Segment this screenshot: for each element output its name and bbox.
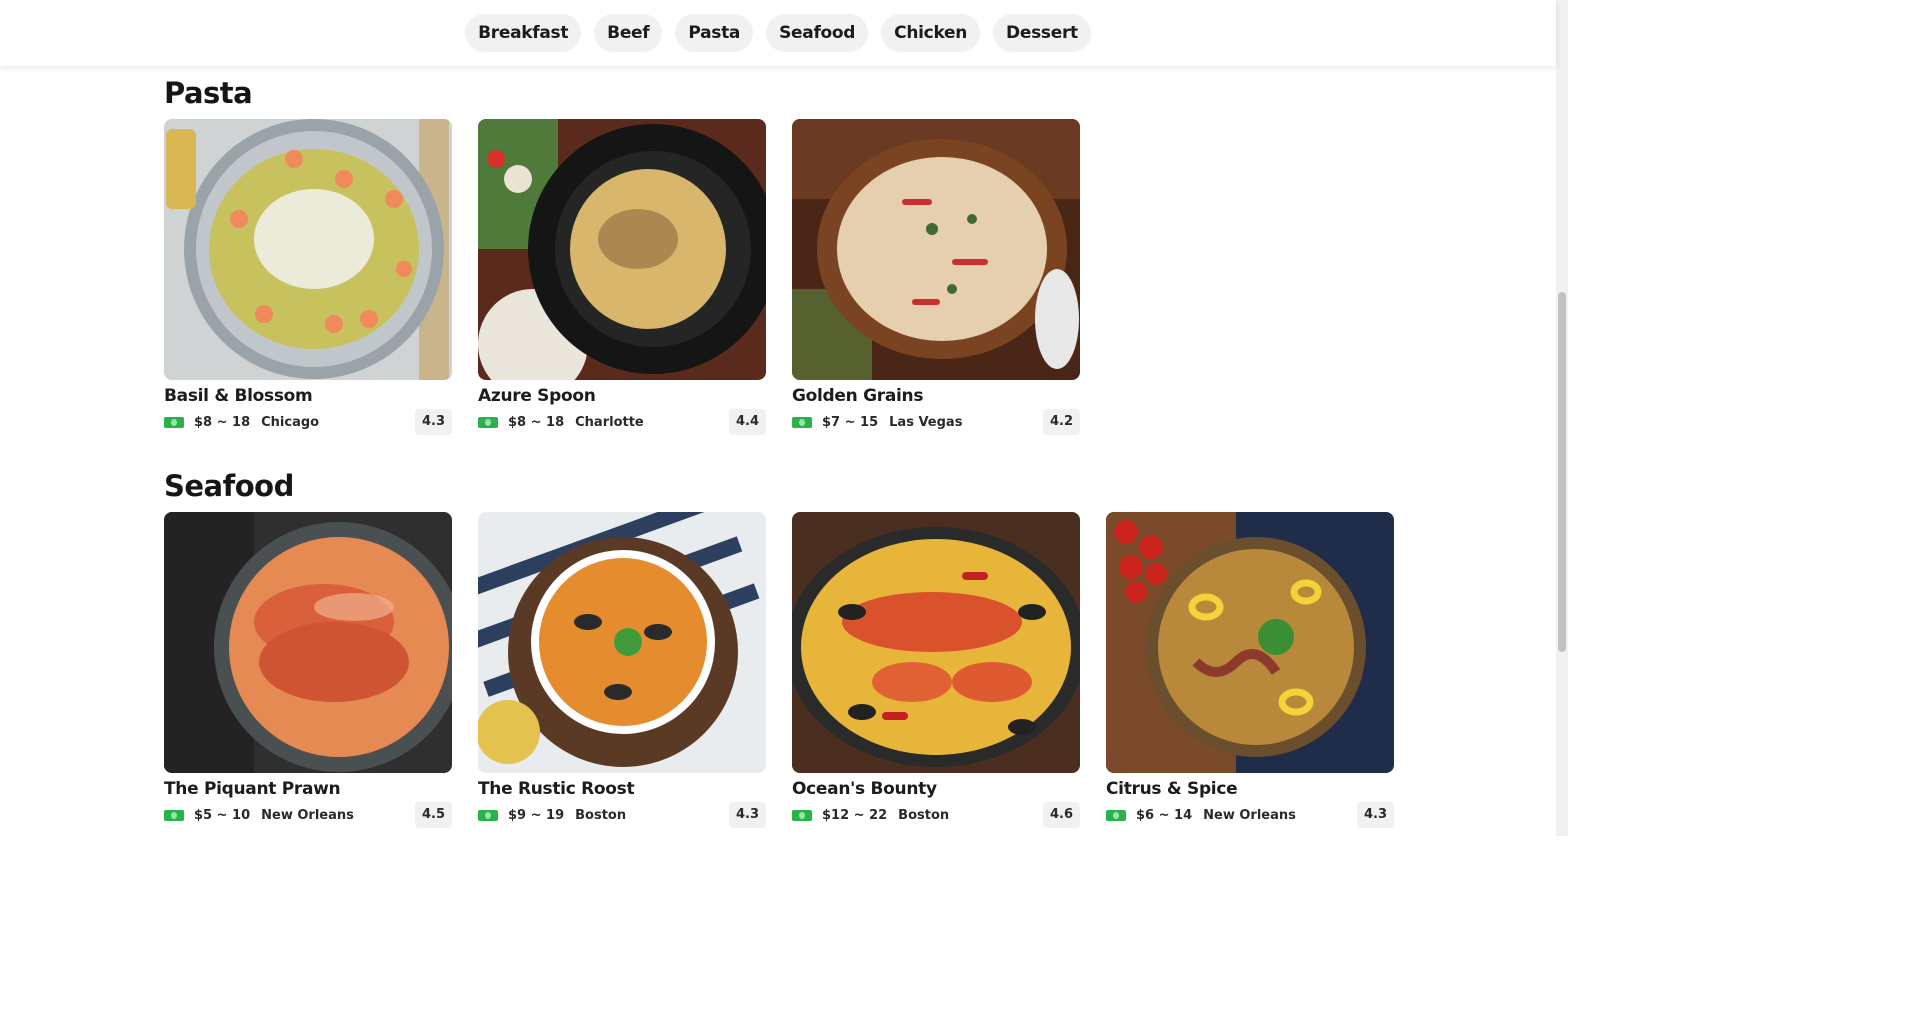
- restaurant-meta: $5 ~ 10 New Orleans 4.5: [164, 801, 452, 829]
- restaurant-name[interactable]: Basil & Blossom: [164, 385, 452, 407]
- price-range: $8 ~ 18: [194, 414, 251, 430]
- restaurant-card[interactable]: The Rustic Roost $9 ~ 19 Boston 4.3: [478, 512, 766, 829]
- restaurant-name[interactable]: Golden Grains: [792, 385, 1080, 407]
- price-range: $7 ~ 15: [822, 414, 879, 430]
- restaurant-photo[interactable]: [478, 119, 766, 380]
- category-chip-pasta[interactable]: Pasta: [675, 14, 754, 52]
- rating-badge: 4.6: [1042, 802, 1080, 828]
- money-icon: [1106, 809, 1126, 821]
- restaurant-photo[interactable]: [164, 119, 452, 380]
- money-icon: [792, 809, 812, 821]
- city-label: New Orleans: [261, 807, 354, 823]
- category-chip-seafood[interactable]: Seafood: [766, 14, 869, 52]
- scrollbar-thumb[interactable]: [1558, 292, 1566, 652]
- restaurant-meta: $8 ~ 18 Charlotte 4.4: [478, 408, 766, 436]
- rating-badge: 4.3: [1356, 802, 1394, 828]
- money-icon: [478, 416, 498, 428]
- shrimp-pasta-image: [164, 119, 452, 380]
- city-label: Las Vegas: [889, 414, 963, 430]
- category-chip-chicken[interactable]: Chicken: [881, 14, 981, 52]
- city-label: Chicago: [261, 414, 320, 430]
- rating-badge: 4.2: [1042, 409, 1080, 435]
- restaurant-photo[interactable]: [164, 512, 452, 773]
- price-range: $5 ~ 10: [194, 807, 251, 823]
- restaurant-photo[interactable]: [792, 512, 1080, 773]
- restaurant-name[interactable]: Azure Spoon: [478, 385, 766, 407]
- restaurant-card[interactable]: Citrus & Spice $6 ~ 14 New Orleans 4.3: [1106, 512, 1394, 829]
- restaurant-meta: $7 ~ 15 Las Vegas 4.2: [792, 408, 1080, 436]
- restaurant-photo[interactable]: [792, 119, 1080, 380]
- section-pasta: Pasta Basil & Blossom $8 ~ 18 Chicago 4.…: [164, 70, 1404, 436]
- price-range: $6 ~ 14: [1136, 807, 1193, 823]
- penne-pasta-image: [792, 119, 1080, 380]
- rating-badge: 4.3: [728, 802, 766, 828]
- restaurant-name[interactable]: The Piquant Prawn: [164, 778, 452, 800]
- price-range: $9 ~ 19: [508, 807, 565, 823]
- seafood-stew-image: [478, 512, 766, 773]
- city-label: Boston: [898, 807, 950, 823]
- restaurant-meta: $9 ~ 19 Boston 4.3: [478, 801, 766, 829]
- price-range: $12 ~ 22: [822, 807, 888, 823]
- price-range: $8 ~ 18: [508, 414, 565, 430]
- category-chip-dessert[interactable]: Dessert: [993, 14, 1091, 52]
- money-icon: [164, 809, 184, 821]
- octopus-paella-image: [1106, 512, 1394, 773]
- city-label: Charlotte: [575, 414, 644, 430]
- restaurant-name[interactable]: Citrus & Spice: [1106, 778, 1394, 800]
- restaurant-card[interactable]: Azure Spoon $8 ~ 18 Charlotte 4.4: [478, 119, 766, 436]
- money-icon: [164, 416, 184, 428]
- rating-badge: 4.3: [414, 409, 452, 435]
- restaurant-photo[interactable]: [478, 512, 766, 773]
- city-label: New Orleans: [1203, 807, 1296, 823]
- money-icon: [478, 809, 498, 821]
- rating-badge: 4.4: [728, 409, 766, 435]
- rating-badge: 4.5: [414, 802, 452, 828]
- category-nav: Breakfast Beef Pasta Seafood Chicken Des…: [0, 0, 1556, 66]
- section-seafood: Seafood The Piquant Prawn $5 ~ 10 New Or…: [164, 463, 1404, 829]
- restaurant-meta: $12 ~ 22 Boston 4.6: [792, 801, 1080, 829]
- restaurant-card[interactable]: The Piquant Prawn $5 ~ 10 New Orleans 4.…: [164, 512, 452, 829]
- restaurant-card[interactable]: Basil & Blossom $8 ~ 18 Chicago 4.3: [164, 119, 452, 436]
- section-title: Seafood: [164, 469, 294, 503]
- restaurant-meta: $6 ~ 14 New Orleans 4.3: [1106, 801, 1394, 829]
- restaurant-grid: The Piquant Prawn $5 ~ 10 New Orleans 4.…: [164, 512, 1404, 829]
- paella-lobster-image: [792, 512, 1080, 773]
- restaurant-name[interactable]: Ocean's Bounty: [792, 778, 1080, 800]
- category-chip-beef[interactable]: Beef: [594, 14, 663, 52]
- money-icon: [792, 416, 812, 428]
- city-label: Boston: [575, 807, 627, 823]
- restaurant-card[interactable]: Golden Grains $7 ~ 15 Las Vegas 4.2: [792, 119, 1080, 436]
- restaurant-grid: Basil & Blossom $8 ~ 18 Chicago 4.3 Azur…: [164, 119, 1404, 436]
- prawn-farfalle-image: [164, 512, 452, 773]
- restaurant-photo[interactable]: [1106, 512, 1394, 773]
- restaurant-card[interactable]: Ocean's Bounty $12 ~ 22 Boston 4.6: [792, 512, 1080, 829]
- page-scrollbar[interactable]: [1556, 0, 1568, 836]
- mushroom-pasta-image: [478, 119, 766, 380]
- category-chip-breakfast[interactable]: Breakfast: [465, 14, 582, 52]
- restaurant-meta: $8 ~ 18 Chicago 4.3: [164, 408, 452, 436]
- section-title: Pasta: [164, 76, 253, 110]
- restaurant-name[interactable]: The Rustic Roost: [478, 778, 766, 800]
